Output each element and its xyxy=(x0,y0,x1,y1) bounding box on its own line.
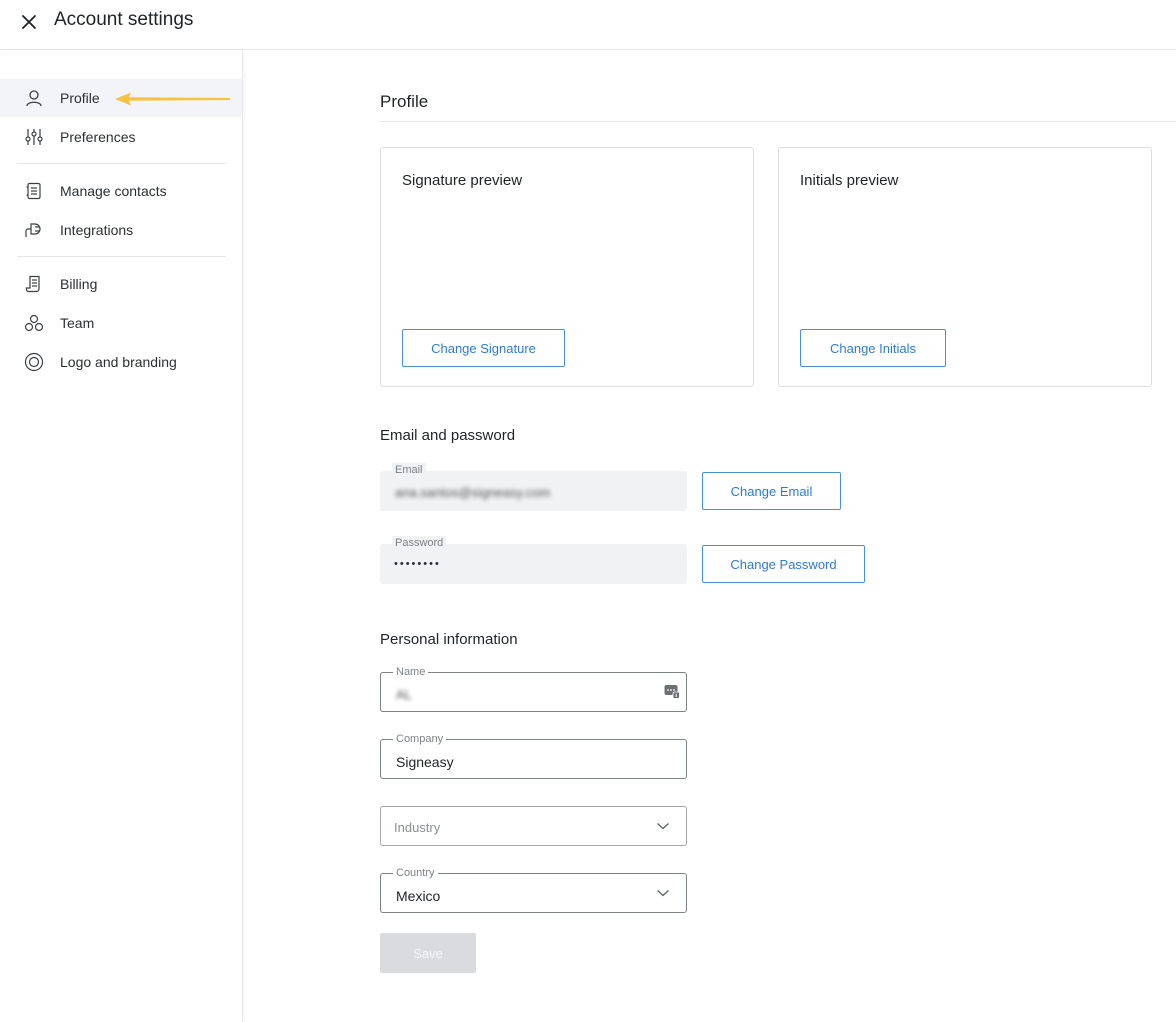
signature-preview-card: Signature preview Change Signature xyxy=(380,147,754,387)
team-icon xyxy=(23,313,45,333)
sidebar-item-billing[interactable]: Billing xyxy=(0,265,242,303)
initials-preview-card: Initials preview Change Initials xyxy=(778,147,1152,387)
email-value: ana.santos@signeasy.com xyxy=(395,485,551,500)
name-label: Name xyxy=(393,665,429,679)
country-select[interactable]: Country Mexico xyxy=(380,866,687,913)
sidebar-item-manage-contacts[interactable]: Manage contacts xyxy=(0,172,242,210)
user-icon xyxy=(23,88,45,108)
name-value: AL xyxy=(396,687,412,702)
company-input[interactable]: Company Signeasy xyxy=(380,732,687,779)
sidebar-divider xyxy=(17,163,226,164)
sidebar-item-label: Billing xyxy=(60,276,98,292)
initials-preview-title: Initials preview xyxy=(800,172,899,189)
industry-placeholder: Industry xyxy=(394,820,441,835)
title-divider xyxy=(380,121,1176,122)
signature-preview-title: Signature preview xyxy=(402,172,523,189)
country-value: Mexico xyxy=(396,888,441,904)
change-password-button[interactable]: Change Password xyxy=(702,545,865,583)
sidebar-item-integrations[interactable]: Integrations xyxy=(0,211,242,249)
password-label: Password xyxy=(392,536,447,550)
chevron-down-icon xyxy=(657,890,669,897)
email-field: Email ana.santos@signeasy.com xyxy=(380,463,687,511)
close-icon xyxy=(22,15,36,29)
email-label: Email xyxy=(392,463,426,477)
sidebar-item-label: Team xyxy=(60,315,95,331)
sidebar-item-label: Logo and branding xyxy=(60,354,177,370)
sidebar-item-team[interactable]: Team xyxy=(0,304,242,342)
password-value: •••••••• xyxy=(394,558,441,570)
top-bar: Account settings xyxy=(0,0,1176,50)
receipt-icon xyxy=(23,274,45,294)
sidebar-item-label: Manage contacts xyxy=(60,183,167,199)
pointer-arrow-icon xyxy=(115,92,230,106)
contacts-book-icon xyxy=(23,181,45,201)
company-label: Company xyxy=(393,732,447,746)
save-button[interactable]: Save xyxy=(380,933,476,973)
autofill-card-icon[interactable] xyxy=(664,683,680,699)
personal-information-heading: Personal information xyxy=(380,631,518,648)
plug-icon xyxy=(23,220,45,240)
sidebar-item-label: Profile xyxy=(60,90,100,106)
page-title: Account settings xyxy=(54,9,194,30)
change-initials-button[interactable]: Change Initials xyxy=(800,329,946,367)
sidebar-item-preferences[interactable]: Preferences xyxy=(0,118,242,156)
password-field: Password •••••••• xyxy=(380,536,687,584)
chevron-down-icon xyxy=(657,823,669,830)
sidebar-divider xyxy=(17,256,226,257)
change-email-button[interactable]: Change Email xyxy=(702,472,841,510)
email-password-heading: Email and password xyxy=(380,427,516,444)
name-input[interactable]: Name AL xyxy=(380,665,687,712)
sidebar-item-label: Preferences xyxy=(60,129,136,145)
sidebar: Profile Preferences Manage contacts Inte… xyxy=(0,51,243,1022)
sidebar-item-logo-and-branding[interactable]: Logo and branding xyxy=(0,343,242,381)
branding-circle-icon xyxy=(23,352,45,372)
change-signature-button[interactable]: Change Signature xyxy=(402,329,565,367)
company-value: Signeasy xyxy=(396,754,454,770)
close-button[interactable] xyxy=(19,12,39,32)
sidebar-item-label: Integrations xyxy=(60,222,134,238)
sliders-icon xyxy=(23,127,45,147)
main-content: Profile Signature preview Change Signatu… xyxy=(243,51,1176,1022)
country-label: Country xyxy=(393,866,438,880)
section-title: Profile xyxy=(380,92,429,111)
industry-select[interactable]: Industry xyxy=(380,806,687,846)
